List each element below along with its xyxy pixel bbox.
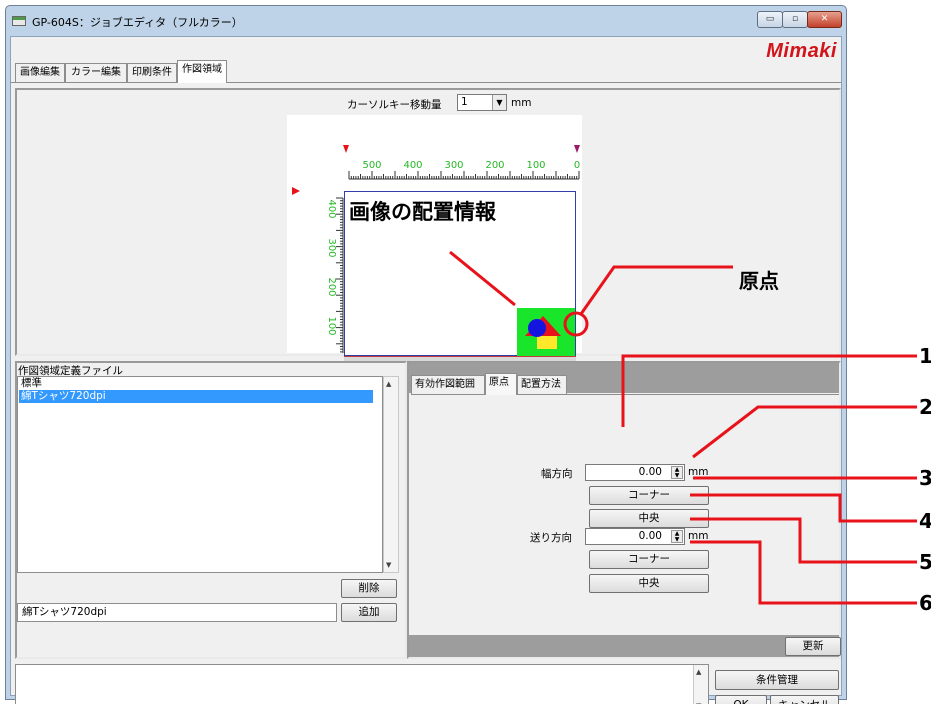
feed-corner-button[interactable]: コーナー [589,550,709,569]
list-item[interactable]: 標準 [19,377,373,390]
width-direction-input[interactable]: 0.00 ▲ ▼ [585,464,685,481]
callout-number-4: 4 [919,509,931,533]
origin-callout: 原点 [739,269,779,293]
message-scrollbar[interactable]: ▲ ▼ [693,665,708,704]
callout-number-5: 5 [919,550,931,574]
tab-divider [11,82,841,83]
list-item-selected[interactable]: 綿Tシャツ720dpi [19,390,373,403]
chevron-down-icon[interactable]: ▼ [492,95,506,110]
app-icon [12,16,26,26]
definition-file-list[interactable]: 標準 綿Tシャツ720dpi [17,376,383,573]
feed-direction-label: 送り方向 [530,532,572,544]
ruler-x-label: 500 [362,160,381,171]
close-button[interactable]: ✕ [807,11,842,28]
list-scrollbar[interactable]: ▲ ▼ [383,376,399,573]
condition-management-button[interactable]: 条件管理 [715,670,839,690]
feed-direction-value: 0.00 [638,530,662,542]
maximize-button[interactable]: ▫ [782,11,808,28]
tab-layout-method[interactable]: 配置方法 [517,375,567,394]
callout-number-3: 3 [919,466,931,490]
marker-top-left-icon [343,145,349,153]
drawing-canvas[interactable]: 500 400 300 200 100 0 400 300 200 100 0 [287,115,582,372]
ruler-y-label: 200 [326,277,337,296]
delete-button[interactable]: 削除 [341,579,397,598]
origin-panel-footer [409,635,839,657]
tab-origin[interactable]: 原点 [485,373,517,395]
width-center-button[interactable]: 中央 [589,509,709,528]
tab-color-edit[interactable]: カラー編集 [65,63,127,82]
callout-number-6: 6 [919,591,931,615]
message-area [15,664,709,704]
add-button[interactable]: 追加 [341,603,397,622]
scroll-up-icon[interactable]: ▲ [696,668,701,676]
tab-image-edit[interactable]: 画像編集 [15,63,65,82]
cursor-step-label: カーソルキー移動量 [347,99,442,111]
cursor-step-value: 1 [461,96,468,108]
app-window: GP-604S：ジョブエディタ（フルカラー） ▭ ▫ ✕ Mimaki 画像編集… [5,5,847,704]
tab-drawing-area[interactable]: 作図領域 [177,60,227,83]
tab-valid-range[interactable]: 有効作図範囲 [411,375,485,394]
ruler-y-label: 400 [326,199,337,218]
ruler-y-label: 300 [326,238,337,257]
spinner-icon[interactable]: ▲ ▼ [671,530,683,543]
definition-name-input[interactable]: 綿Tシャツ720dpi [17,603,337,622]
marker-left-top-icon [292,187,300,195]
ruler-x-label: 400 [403,160,422,171]
ruler-horizontal: 500 400 300 200 100 0 [348,160,580,180]
ruler-x-label: 300 [444,160,463,171]
client-area: Mimaki 画像編集 カラー編集 印刷条件 作図領域 カーソルキー移動量 1 … [10,36,842,704]
mimaki-logo: Mimaki [766,40,837,62]
width-unit: mm [688,466,709,478]
title-bar[interactable]: GP-604S：ジョブエディタ（フルカラー） ▭ ▫ ✕ [6,6,846,36]
ruler-y-label: 100 [326,316,337,335]
ruler-x-label: 0 [574,160,580,171]
width-direction-value: 0.00 [638,466,662,478]
ruler-vertical: 4003002001000 [326,197,344,353]
callout-number-2: 2 [919,395,931,419]
marker-top-right-icon [574,145,580,153]
minimize-button[interactable]: ▭ [757,11,783,28]
width-direction-label: 幅方向 [541,468,573,480]
image-placement-callout: 画像の配置情報 [349,200,496,224]
tab-print-conditions[interactable]: 印刷条件 [127,63,177,82]
feed-unit: mm [688,530,709,542]
cancel-button[interactable]: キャンセル [770,695,839,704]
scroll-up-icon[interactable]: ▲ [386,380,391,388]
refresh-button[interactable]: 更新 [785,637,841,656]
ruler-x-label: 100 [526,160,545,171]
subtab-divider [411,394,839,395]
scroll-down-icon[interactable]: ▼ [386,561,391,569]
callout-number-1: 1 [919,344,931,368]
ruler-x-label: 200 [485,160,504,171]
feed-center-button[interactable]: 中央 [589,574,709,593]
feed-direction-input[interactable]: 0.00 ▲ ▼ [585,528,685,545]
spinner-icon[interactable]: ▲ ▼ [671,466,683,479]
image-placement-area[interactable] [517,308,575,356]
cursor-step-unit: mm [511,97,532,109]
placed-image-icon [525,316,561,349]
width-corner-button[interactable]: コーナー [589,486,709,505]
cursor-step-select[interactable]: 1 ▼ [457,94,507,111]
window-title: GP-604S：ジョブエディタ（フルカラー） [32,16,243,29]
ok-button[interactable]: OK [715,695,767,704]
